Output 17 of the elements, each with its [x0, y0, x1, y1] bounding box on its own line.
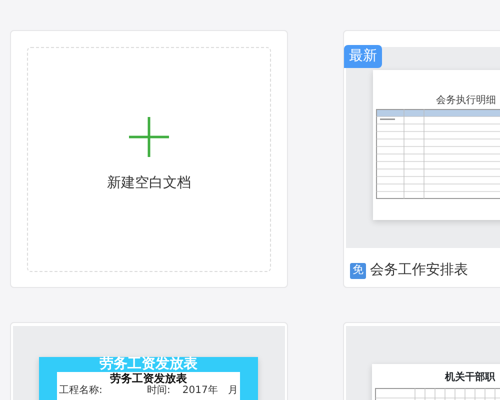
field-label: 月 [228, 385, 238, 396]
document-heading: 劳务工资发放表 [109, 372, 188, 385]
field-label: 时间: [147, 385, 170, 396]
template-card[interactable]: 最新 会务执行明细 免 会务工作安排表 [343, 30, 500, 288]
template-card[interactable]: 劳务工资发放表 劳务工资发放表 工程名称: 时间: 2017年 月 [10, 322, 288, 400]
new-badge: 最新 [344, 45, 382, 68]
free-tag: 免 [350, 262, 366, 278]
new-document-card[interactable]: 新建空白文档 [10, 30, 288, 288]
template-title: 会务工作安排表 [370, 261, 468, 280]
field-label: 2017年 [182, 385, 218, 396]
plus-icon [129, 117, 169, 157]
document-heading: 机关干部职 [445, 372, 496, 384]
template-card[interactable]: 机关干部职 [343, 322, 500, 400]
banner-title: 劳务工资发放表 [98, 357, 198, 372]
field-label: 工程名称: [59, 385, 104, 396]
new-blank-document-label: 新建空白文档 [107, 174, 191, 193]
document-heading: 会务执行明细 [436, 95, 497, 107]
